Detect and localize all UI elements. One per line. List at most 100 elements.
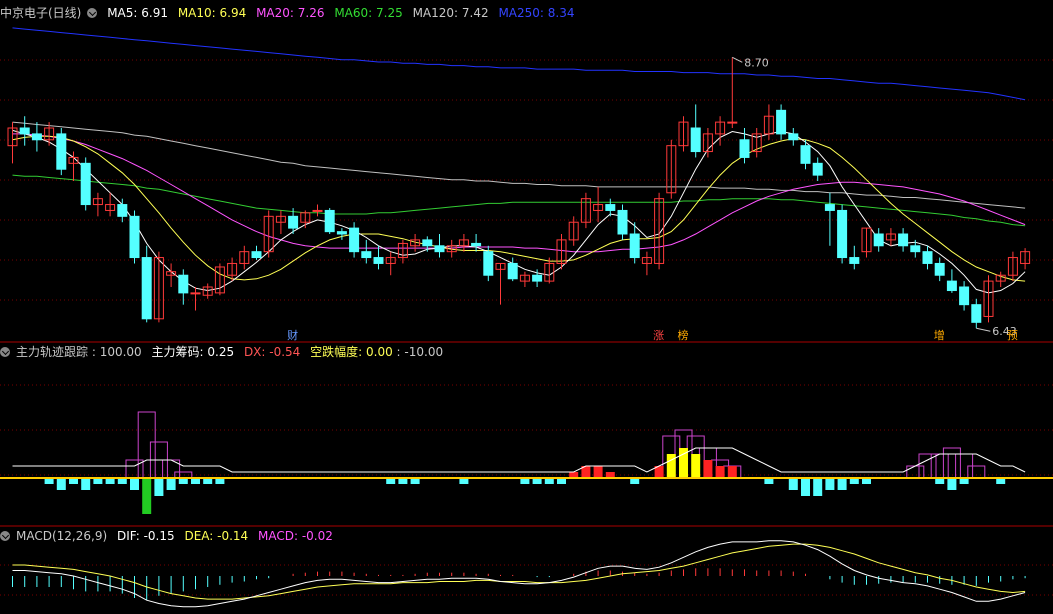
candle-body xyxy=(31,133,42,141)
candle-body xyxy=(971,304,982,323)
candle-body xyxy=(629,233,640,259)
ma20-line xyxy=(12,133,1026,253)
ma60-value: MA60: 7.25 xyxy=(334,6,403,20)
indicator-value-1: : 100.00 xyxy=(91,345,142,359)
ma5-value: MA5: 6.91 xyxy=(107,6,168,20)
event-marker: 涨 xyxy=(653,329,664,342)
indicator-bar xyxy=(703,460,713,478)
candle-body xyxy=(349,227,360,253)
dropdown-icon[interactable] xyxy=(87,8,98,18)
indicator-bar xyxy=(813,478,823,496)
candle-body xyxy=(690,127,701,153)
indicator-value-2: 主力筹码: 0.25 xyxy=(151,345,235,359)
indicator-bar xyxy=(142,478,152,514)
low-pointer xyxy=(976,327,991,332)
ma60-line xyxy=(12,174,1026,227)
candle-body xyxy=(898,233,909,247)
indicator-bar xyxy=(154,478,164,496)
indicator-bar xyxy=(947,478,957,490)
candle-body xyxy=(251,251,262,259)
macd-name: MACD(12,26,9) xyxy=(16,529,108,543)
candle-body xyxy=(434,245,445,253)
indicator-bar xyxy=(727,466,737,478)
ma10-line xyxy=(12,135,1026,282)
ma5-line xyxy=(12,129,1026,294)
macd-dea: DEA: -0.14 xyxy=(184,529,249,543)
indicator-bar xyxy=(691,454,701,478)
candle-body xyxy=(19,127,30,135)
candle-body xyxy=(483,251,494,276)
indicator-bar xyxy=(593,466,603,478)
dropdown-icon[interactable] xyxy=(0,347,10,357)
indicator-bar xyxy=(825,478,835,490)
candle-body xyxy=(617,209,628,235)
indicator-bar xyxy=(130,478,139,490)
event-marker: 榜 xyxy=(678,328,689,342)
ma10-value: MA10: 6.94 xyxy=(177,6,247,20)
indicator-value-3: DX: -0.54 xyxy=(243,345,301,359)
event-marker: 增 xyxy=(934,328,945,342)
stock-title: 中京电子(日线) xyxy=(0,6,82,20)
candle-body xyxy=(141,257,152,320)
candle-body xyxy=(178,274,189,294)
indicator-bar xyxy=(56,478,66,490)
candle-body xyxy=(727,121,738,124)
candle-body xyxy=(129,215,140,259)
indicator-bar xyxy=(166,478,176,490)
indicator-outline-bar xyxy=(967,465,986,479)
indicator-name: 主力轨迹跟踪 xyxy=(16,345,89,359)
ma120-line xyxy=(12,121,1026,209)
indicator-line xyxy=(12,447,1026,473)
event-marker: 财 xyxy=(287,328,298,342)
indicator-bar xyxy=(837,478,847,490)
candle-body xyxy=(373,257,384,264)
candle-body xyxy=(605,204,616,211)
candle-body xyxy=(117,204,128,217)
candle-body xyxy=(361,251,372,259)
candle-body xyxy=(837,209,848,259)
candle-body xyxy=(946,280,957,292)
candle-body xyxy=(80,162,91,206)
indicator-bar xyxy=(715,466,725,478)
candle-body xyxy=(471,242,482,247)
high-price-label: 8.70 xyxy=(744,56,769,69)
indicator-outline-bar xyxy=(930,453,949,479)
candle-body xyxy=(922,251,933,264)
indicator-bar xyxy=(788,478,798,490)
macd-panel-header: MACD(12,26,9) DIF: -0.15 DEA: -0.14 MACD… xyxy=(0,528,339,544)
ma20-value: MA20: 7.26 xyxy=(256,6,325,20)
indicator-bar xyxy=(81,478,91,490)
dropdown-icon[interactable] xyxy=(0,531,10,541)
candle-body xyxy=(336,231,347,235)
stock-chart[interactable]: 8.706.43财涨榜增预 xyxy=(0,0,1053,614)
candle-body xyxy=(56,133,67,170)
indicator-bar xyxy=(801,478,810,496)
candle-body xyxy=(959,286,970,306)
macd-dif: DIF: -0.15 xyxy=(116,529,175,543)
candle-body xyxy=(824,204,835,211)
candle-body xyxy=(532,274,543,282)
event-marker: 预 xyxy=(1007,329,1018,342)
indicator-value-5: : -10.00 xyxy=(396,345,444,359)
candle-body xyxy=(788,133,799,141)
candle-body xyxy=(849,257,860,264)
indicator-panel-header: 主力轨迹跟踪 : 100.00 主力筹码: 0.25 DX: -0.54 空跌幅… xyxy=(0,344,449,360)
candle-body xyxy=(934,262,945,276)
candle-body xyxy=(288,215,299,229)
indicator-outline-bar xyxy=(906,465,925,479)
indicator-bar xyxy=(666,454,676,478)
candle-body xyxy=(739,139,750,158)
candle-body xyxy=(910,245,921,253)
candle-body xyxy=(324,209,335,233)
indicator-outline-bar xyxy=(942,447,961,479)
candle-body xyxy=(776,109,787,135)
macd-value: MACD: -0.02 xyxy=(258,529,333,543)
ma250-line xyxy=(12,27,1026,101)
candle-body xyxy=(800,145,811,164)
candle-body xyxy=(190,292,201,295)
ma250-value: MA250: 8.34 xyxy=(498,6,575,20)
ma120-value: MA120: 7.42 xyxy=(412,6,489,20)
candle-body xyxy=(422,239,433,247)
candle-body xyxy=(312,209,323,212)
indicator-value-4: 空跌幅度: 0.00 xyxy=(310,345,393,359)
